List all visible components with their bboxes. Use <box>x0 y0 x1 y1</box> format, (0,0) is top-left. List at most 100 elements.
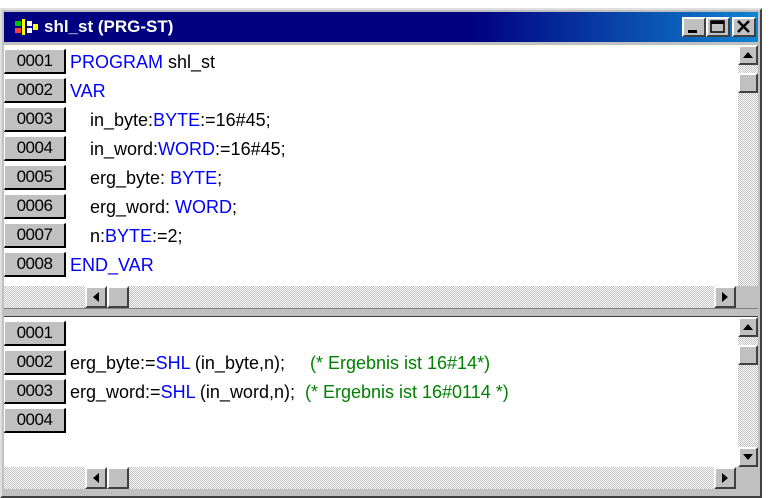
scroll-thumb[interactable] <box>738 345 758 365</box>
scroll-corner <box>736 467 758 489</box>
line-number: 0004 <box>4 136 66 161</box>
maximize-icon <box>710 20 725 33</box>
code-line[interactable]: 0007 n:BYTE:=2; <box>4 221 736 250</box>
code-text[interactable]: erg_word:=SHL (in_word,n); (* Ergebnis i… <box>70 379 509 405</box>
minimize-button[interactable] <box>682 17 706 37</box>
line-number: 0007 <box>4 223 66 248</box>
keyword-token: BYTE <box>170 168 218 188</box>
line-number: 0006 <box>4 194 66 219</box>
line-number: 0005 <box>4 165 66 190</box>
pane-splitter[interactable] <box>4 308 758 317</box>
declaration-lines: 0001 PROGRAM shl_st 0002 VAR 0003 in_byte:BY… <box>4 47 736 279</box>
code-token: :=2; <box>152 226 183 246</box>
code-text[interactable]: VAR <box>70 78 106 104</box>
declaration-vertical-scrollbar[interactable] <box>738 45 758 286</box>
code-token: erg_word: <box>70 197 176 217</box>
scroll-left-button[interactable] <box>85 286 107 308</box>
line-number: 0002 <box>4 78 66 103</box>
arrow-up-icon <box>743 324 753 330</box>
code-line[interactable]: 0002 VAR <box>4 76 736 105</box>
keyword-token: SHL <box>160 382 195 402</box>
code-token: erg_byte:= <box>70 353 156 373</box>
code-token: (in_byte,n); <box>189 353 310 373</box>
scroll-left-button[interactable] <box>85 467 107 489</box>
code-text[interactable]: n:BYTE:=2; <box>70 223 183 249</box>
title-bar[interactable]: shl_st (PRG-ST) <box>4 12 758 42</box>
code-text[interactable]: in_word:WORD:=16#45; <box>70 136 286 162</box>
code-token: :=16#45; <box>200 110 271 130</box>
code-line[interactable]: 0004 in_word:WORD:=16#45; <box>4 134 736 163</box>
comment-token: (* Ergebnis ist 16#14*) <box>309 353 491 373</box>
code-line[interactable]: 0008 END_VAR <box>4 250 736 279</box>
code-text[interactable]: erg_word: WORD; <box>70 194 237 220</box>
minimize-icon <box>688 30 697 33</box>
editor-window: shl_st (PRG-ST) 0001 PROGRAM shl_st 0002 VA… <box>0 8 762 498</box>
code-line[interactable]: 0006 erg_word: WORD; <box>4 192 736 221</box>
body-lines: 0001 0002 erg_byte:=SHL (in_byte,n); (* Er… <box>4 319 736 435</box>
code-token: ; <box>232 197 238 217</box>
scroll-thumb[interactable] <box>738 73 758 93</box>
arrow-left-icon <box>93 473 99 483</box>
horizontal-scroll-thumb[interactable] <box>107 467 129 489</box>
close-icon <box>737 20 750 33</box>
line-number: 0003 <box>4 379 66 404</box>
arrow-right-icon <box>722 473 728 483</box>
code-line[interactable]: 0001 <box>4 319 736 348</box>
keyword-token: BYTE <box>105 226 153 246</box>
code-text[interactable]: erg_byte: BYTE; <box>70 165 222 191</box>
code-text[interactable]: PROGRAM shl_st <box>70 49 215 75</box>
arrow-right-icon <box>722 292 728 302</box>
code-line[interactable]: 0003 erg_word:=SHL (in_word,n); (* Ergebn… <box>4 377 736 406</box>
line-number: 0001 <box>4 49 66 74</box>
code-token: n: <box>70 226 106 246</box>
line-number: 0008 <box>4 252 66 277</box>
line-number: 0004 <box>4 408 66 433</box>
code-token: (in_word,n); <box>194 382 305 402</box>
code-token: ; <box>217 168 223 188</box>
code-line[interactable]: 0001 PROGRAM shl_st <box>4 47 736 76</box>
code-line[interactable]: 0002 erg_byte:=SHL (in_byte,n); (* Ergebn… <box>4 348 736 377</box>
code-line[interactable]: 0005 erg_byte: BYTE; <box>4 163 736 192</box>
code-token: in_byte: <box>70 110 154 130</box>
scroll-corner <box>736 286 758 308</box>
scroll-up-button[interactable] <box>738 317 758 337</box>
declaration-pane[interactable]: 0001 PROGRAM shl_st 0002 VAR 0003 in_byte:BY… <box>4 45 758 308</box>
code-line[interactable]: 0003 in_byte:BYTE:=16#45; <box>4 105 736 134</box>
keyword-token: WORD <box>175 197 233 217</box>
scroll-right-button[interactable] <box>714 286 736 308</box>
code-line[interactable]: 0004 <box>4 406 736 435</box>
body-vertical-scrollbar[interactable] <box>738 317 758 467</box>
keyword-token: END_VAR <box>70 255 154 275</box>
keyword-token: WORD <box>158 139 216 159</box>
horizontal-scroll-thumb[interactable] <box>107 286 129 308</box>
scroll-up-button[interactable] <box>738 45 758 65</box>
code-text[interactable]: erg_byte:=SHL (in_byte,n); (* Ergebnis i… <box>70 350 490 376</box>
code-text[interactable]: END_VAR <box>70 252 154 278</box>
poe-program-icon <box>15 19 38 35</box>
code-token: shl_st <box>163 52 216 72</box>
keyword-token: PROGRAM <box>70 52 164 72</box>
keyword-token: VAR <box>70 81 106 101</box>
scroll-right-button[interactable] <box>714 467 736 489</box>
comment-token: (* Ergebnis ist 16#0114 *) <box>304 382 509 402</box>
body-pane[interactable]: 0001 0002 erg_byte:=SHL (in_byte,n); (* Er… <box>4 317 758 489</box>
code-token: erg_word:= <box>70 382 161 402</box>
arrow-up-icon <box>743 52 753 58</box>
code-text[interactable]: in_byte:BYTE:=16#45; <box>70 107 271 133</box>
keyword-token: SHL <box>155 353 190 373</box>
arrow-left-icon <box>93 292 99 302</box>
line-number: 0001 <box>4 321 66 346</box>
declaration-horizontal-scrollbar[interactable] <box>4 286 736 308</box>
scroll-down-button[interactable] <box>738 447 758 467</box>
code-token: :=16#45; <box>215 139 286 159</box>
code-token: in_word: <box>70 139 159 159</box>
line-number: 0003 <box>4 107 66 132</box>
code-token: erg_byte: <box>70 168 171 188</box>
keyword-token: BYTE <box>153 110 201 130</box>
arrow-down-icon <box>743 454 753 460</box>
line-number: 0002 <box>4 350 66 375</box>
maximize-button[interactable] <box>706 17 730 37</box>
window-title: shl_st (PRG-ST) <box>44 17 174 36</box>
body-horizontal-scrollbar[interactable] <box>4 467 736 489</box>
close-button[interactable] <box>732 17 756 37</box>
